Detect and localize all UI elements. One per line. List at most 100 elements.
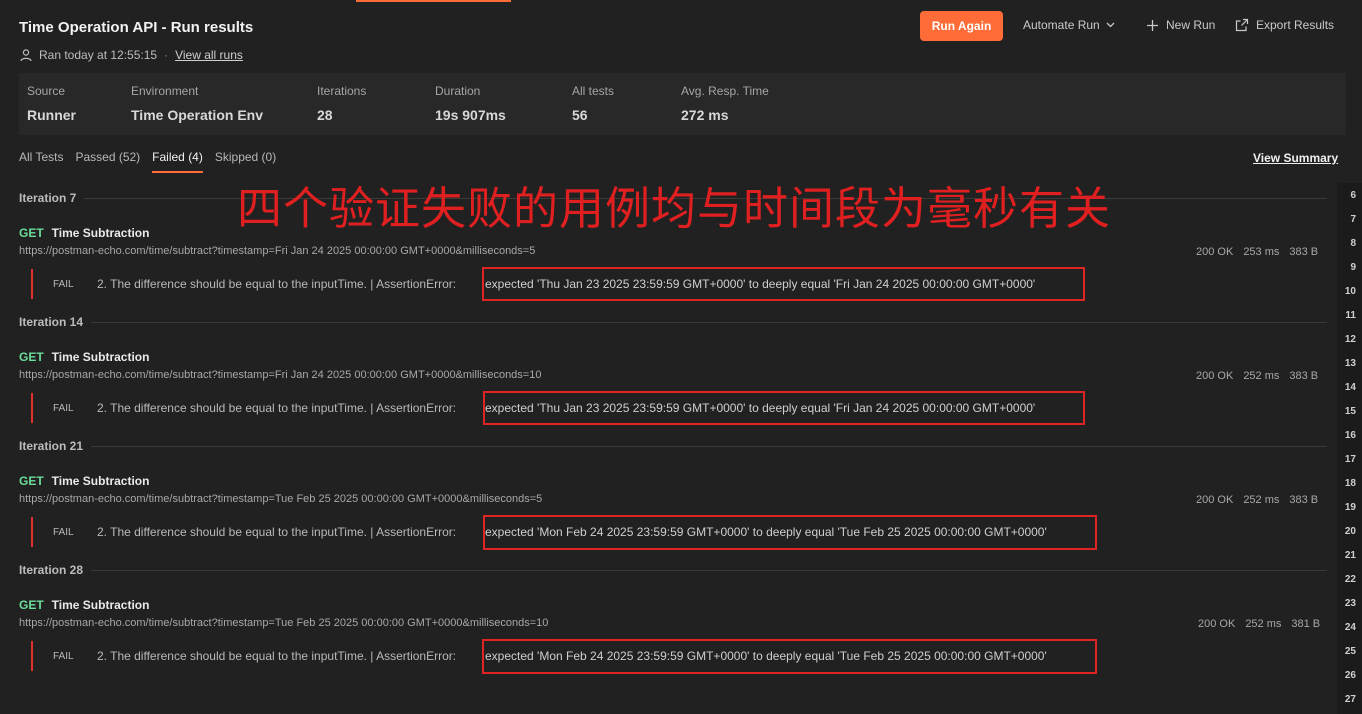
gutter-number[interactable]: 7	[1350, 214, 1356, 225]
stat-environment: Environment Time Operation Env	[131, 84, 263, 123]
tab-failed[interactable]: Failed (4)	[152, 150, 203, 173]
fail-indicator	[31, 393, 33, 423]
gutter-number[interactable]: 10	[1345, 286, 1356, 297]
gutter-number[interactable]: 6	[1350, 190, 1356, 201]
tab-all-tests[interactable]: All Tests	[19, 150, 63, 173]
stat-value: Runner	[27, 107, 76, 123]
request-row[interactable]: GET Time Subtraction	[19, 226, 149, 240]
stat-duration: Duration 19s 907ms	[435, 84, 506, 123]
gutter-number[interactable]: 17	[1345, 454, 1356, 465]
stat-label: Duration	[435, 84, 481, 98]
gutter-number[interactable]: 14	[1345, 382, 1356, 393]
divider	[91, 445, 1327, 447]
iteration-gutter: 6 7 8 9 10 11 12 13 14 15 16 17 18 19 20…	[1337, 183, 1362, 714]
gutter-number[interactable]: 9	[1350, 262, 1356, 273]
gutter-number[interactable]: 24	[1345, 622, 1356, 633]
stat-source: Source Runner	[27, 84, 76, 123]
request-row[interactable]: GET Time Subtraction	[19, 598, 149, 612]
separator-dot: ·	[164, 48, 169, 62]
highlight-box	[482, 639, 1097, 674]
gutter-number[interactable]: 22	[1345, 574, 1356, 585]
request-name: Time Subtraction	[51, 474, 150, 488]
gutter-number[interactable]: 20	[1345, 526, 1356, 537]
request-url: https://postman-echo.com/time/subtract?t…	[19, 245, 536, 257]
fail-message: 2. The difference should be equal to the…	[97, 525, 457, 539]
response-time: 252 ms	[1243, 370, 1280, 382]
gutter-number[interactable]: 16	[1345, 430, 1356, 441]
tab-skipped[interactable]: Skipped (0)	[215, 150, 276, 173]
divider	[91, 569, 1327, 571]
iteration-title: Iteration 21	[19, 439, 84, 453]
response-size: 381 B	[1291, 618, 1321, 630]
export-icon	[1235, 18, 1249, 32]
response-meta: 200 OK 252 ms 381 B	[1188, 618, 1320, 630]
iteration-header[interactable]: Iteration 14	[19, 315, 1327, 329]
response-size: 383 B	[1289, 494, 1319, 506]
run-info: Ran today at 12:55:15 · View all runs	[19, 48, 243, 62]
new-run-label: New Run	[1166, 18, 1216, 32]
iteration-title: Iteration 28	[19, 563, 84, 577]
request-row[interactable]: GET Time Subtraction	[19, 474, 149, 488]
run-again-button[interactable]: Run Again	[920, 11, 1003, 41]
fail-indicator	[31, 517, 33, 547]
fail-message: 2. The difference should be equal to the…	[97, 649, 457, 663]
iteration-header[interactable]: Iteration 21	[19, 439, 1327, 453]
view-summary-link[interactable]: View Summary	[1253, 151, 1338, 165]
fail-message: 2. The difference should be equal to the…	[97, 401, 457, 415]
method-badge: GET	[19, 598, 44, 612]
page-title: Time Operation API - Run results	[19, 19, 254, 36]
plus-icon	[1147, 19, 1158, 31]
stat-label: All tests	[572, 84, 615, 98]
gutter-number[interactable]: 27	[1345, 694, 1356, 705]
gutter-number[interactable]: 25	[1345, 646, 1356, 657]
request-row[interactable]: GET Time Subtraction	[19, 350, 149, 364]
response-size: 383 B	[1289, 370, 1319, 382]
response-meta: 200 OK 252 ms 383 B	[1186, 370, 1318, 382]
method-badge: GET	[19, 350, 44, 364]
stat-value: 28	[317, 107, 333, 123]
fail-message: 2. The difference should be equal to the…	[97, 277, 457, 291]
gutter-number[interactable]: 12	[1345, 334, 1356, 345]
fail-indicator	[31, 641, 33, 671]
export-results-button[interactable]: Export Results	[1235, 18, 1334, 32]
gutter-number[interactable]: 26	[1345, 670, 1356, 681]
ran-time: Ran today at 12:55:15	[39, 48, 158, 62]
new-run-button[interactable]: New Run	[1146, 18, 1215, 32]
fail-tag: FAIL	[53, 402, 74, 414]
gutter-number[interactable]: 13	[1345, 358, 1356, 369]
fail-tag: FAIL	[53, 650, 74, 662]
chevron-down-icon	[1106, 22, 1115, 28]
iteration-title: Iteration 14	[19, 315, 84, 329]
request-name: Time Subtraction	[51, 598, 150, 612]
stat-value: Time Operation Env	[131, 107, 263, 123]
response-size: 383 B	[1289, 246, 1319, 258]
gutter-number[interactable]: 23	[1345, 598, 1356, 609]
gutter-number[interactable]: 15	[1345, 406, 1356, 417]
divider	[91, 321, 1327, 323]
stat-label: Avg. Resp. Time	[681, 84, 769, 98]
highlight-box	[483, 391, 1085, 425]
gutter-number[interactable]: 19	[1345, 502, 1356, 513]
export-results-label: Export Results	[1256, 18, 1335, 32]
gutter-number[interactable]: 8	[1350, 238, 1356, 249]
request-name: Time Subtraction	[51, 226, 150, 240]
fail-indicator	[31, 269, 33, 299]
method-badge: GET	[19, 474, 44, 488]
status-code: 200 OK	[1198, 618, 1236, 630]
method-badge: GET	[19, 226, 44, 240]
iteration-header[interactable]: Iteration 28	[19, 563, 1327, 577]
highlight-box	[483, 515, 1097, 550]
fail-tag: FAIL	[53, 526, 74, 538]
gutter-number[interactable]: 21	[1345, 550, 1356, 561]
stat-avg-resp-time: Avg. Resp. Time 272 ms	[681, 84, 769, 123]
automate-run-dropdown[interactable]: Automate Run	[1023, 18, 1115, 32]
view-all-runs-link[interactable]: View all runs	[175, 48, 243, 62]
gutter-number[interactable]: 11	[1345, 310, 1356, 321]
status-code: 200 OK	[1196, 370, 1234, 382]
results-tabs: All Tests Passed (52) Failed (4) Skipped…	[19, 150, 288, 173]
gutter-number[interactable]: 18	[1345, 478, 1356, 489]
response-time: 252 ms	[1245, 618, 1282, 630]
tab-passed[interactable]: Passed (52)	[75, 150, 140, 173]
response-meta: 200 OK 253 ms 383 B	[1186, 246, 1318, 258]
stat-iterations: Iterations 28	[317, 84, 366, 123]
